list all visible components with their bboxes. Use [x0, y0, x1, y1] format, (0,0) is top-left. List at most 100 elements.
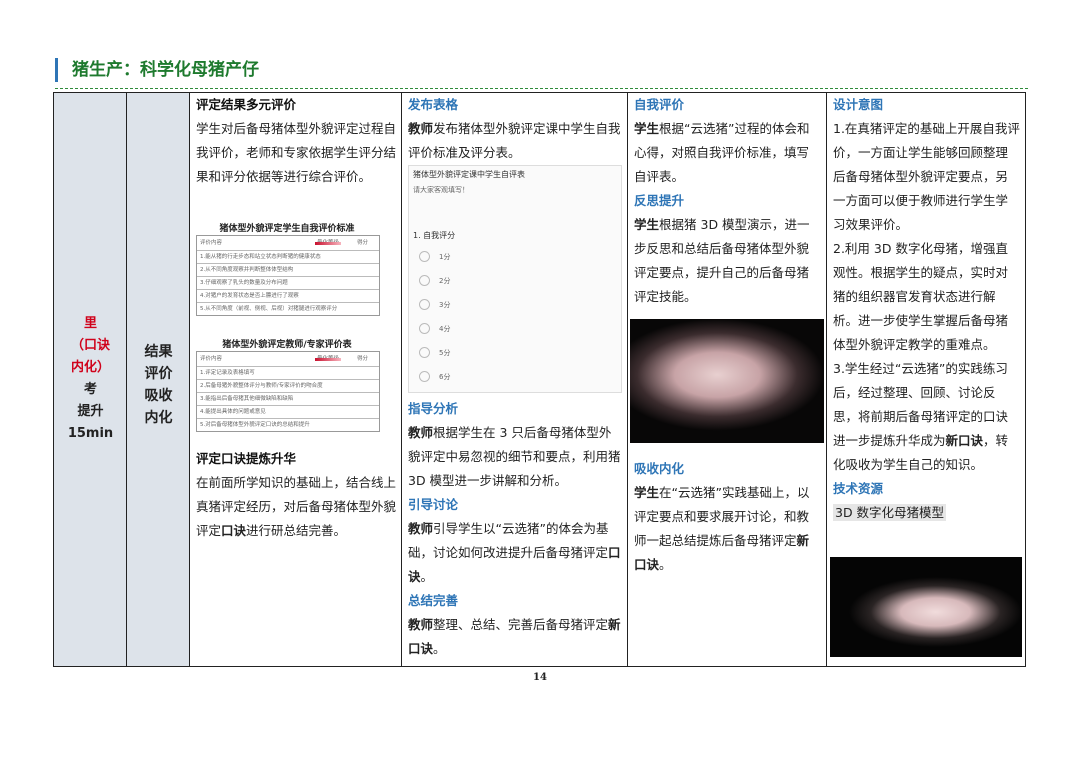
radio-icon[interactable] — [419, 299, 430, 310]
student-paragraph-3: 学生在“云选猪”实践基础上，以评定要点和要求展开讨论，和教师一起总结提炼后备母猪… — [634, 481, 821, 577]
option-label: 2分 — [439, 277, 451, 285]
header-accent-bar — [55, 58, 58, 82]
p2-tail: 进行研总结完善。 — [246, 523, 347, 538]
teacher-role: 教师 — [408, 617, 434, 632]
table-row: 2.后备母猪外貌整体评分与教师/专家评价的吻合度 — [197, 379, 379, 392]
form-option[interactable]: 4分 — [409, 316, 621, 340]
teacher-heading-3: 引导讨论 — [408, 497, 459, 512]
resources-heading: 技术资源 — [833, 481, 884, 496]
student-paragraph-2: 学生根据猪 3D 模型演示，进一步反思和总结后备母猪体型外貌评定要点，提升自己的… — [634, 213, 821, 309]
self-eval-header-label: 评价内容 — [200, 240, 223, 246]
student-heading-1: 自我评价 — [634, 97, 685, 112]
form-title: 猪体型外貌评定课中学生自评表 — [413, 170, 525, 179]
teacher-column: 发布表格 教师发布猪体型外貌评定课中学生自我评价标准及评分表。 猪体型外貌评定课… — [402, 93, 628, 666]
option-label: 4分 — [439, 325, 451, 333]
page-number: 14 — [533, 672, 547, 683]
digital-sow-model-image — [830, 557, 1022, 657]
radio-icon[interactable] — [419, 347, 430, 358]
form-option[interactable]: 1分 — [409, 244, 621, 268]
option-label: 5分 — [439, 349, 451, 357]
teacher-eval-table: 评价内容 量化等级 得分 1.评定记录及表格填写 2.后备母猪外貌整体评分与教师… — [196, 351, 380, 432]
student-text: 根据“云选猪”过程的体会和心得，对照自我评价标准，填写自评表。 — [634, 121, 810, 184]
lesson-table: 里 （口诀 内化） 考 提升 15min 结果 评价 吸收 内化 评定结果多元评… — [53, 92, 1026, 667]
p2-keyword: 口诀 — [221, 523, 247, 538]
teacher-heading-4: 总结完善 — [408, 593, 459, 608]
teacher-text: 根据学生在 3 只后备母猪体型外貌评定中易忽视的细节和要点，利用猪 3D 模型进… — [408, 425, 621, 488]
student-punct: 。 — [659, 557, 672, 572]
student-role: 学生 — [634, 217, 660, 232]
teacher-eval-score-col: 得分 — [357, 356, 369, 362]
substage-label: 结果 评价 吸收 内化 — [127, 341, 190, 429]
teacher-text: 引导学生以“云选猪”的体会为基础，讨论如何改进提升后备母猪评定 — [408, 521, 609, 560]
pig-3d-model-image — [630, 319, 824, 443]
radio-icon[interactable] — [419, 371, 430, 382]
score-scale-bar — [315, 242, 341, 245]
option-label: 6分 — [439, 373, 451, 381]
teacher-role: 教师 — [408, 521, 434, 536]
form-option[interactable]: 2分 — [409, 268, 621, 292]
teacher-punct: 。 — [420, 569, 434, 584]
teacher-heading-1: 发布表格 — [408, 97, 459, 112]
stage-time: 15min — [67, 426, 114, 441]
substage-line4: 内化 — [144, 410, 173, 426]
content-column: 评定结果多元评价 学生对后备母猪体型外貌评定过程自我评价，老师和专家依据学生评分… — [190, 93, 402, 666]
substage-column: 结果 评价 吸收 内化 — [127, 93, 190, 666]
table-row: 4.能提出具体的问题或意见 — [197, 405, 379, 418]
table-row: 1.评定记录及表格填写 — [197, 366, 379, 379]
student-role: 学生 — [634, 485, 660, 500]
student-text: 在“云选猪”实践基础上，以评定要点和要求展开讨论，和教师一起总结提炼后备母猪评定 — [634, 485, 810, 548]
form-subtitle: 请大家客观填写！ — [413, 186, 469, 194]
student-column: 自我评价 学生根据“云选猪”过程的体会和心得，对照自我评价标准，填写自评表。 反… — [628, 93, 827, 666]
teacher-eval-table-header: 评价内容 量化等级 得分 — [197, 352, 379, 366]
form-option[interactable]: 5分 — [409, 340, 621, 364]
content-paragraph-2: 在前面所学知识的基础上，结合线上真猪评定经历，对后备母猪体型外貌评定口诀进行研总… — [196, 471, 396, 543]
teacher-text: 发布猪体型外貌评定课中学生自我评价标准及评分表。 — [408, 121, 621, 160]
student-top: 自我评价 学生根据“云选猪”过程的体会和心得，对照自我评价标准，填写自评表。 反… — [634, 93, 821, 309]
stage-label: 里 （口诀 内化） 考 提升 15min — [54, 313, 127, 445]
content-top: 评定结果多元评价 学生对后备母猪体型外貌评定过程自我评价，老师和专家依据学生评分… — [196, 93, 396, 189]
student-role: 学生 — [634, 121, 660, 136]
student-bottom: 吸收内化 学生在“云选猪”实践基础上，以评定要点和要求展开讨论，和教师一起总结提… — [634, 457, 821, 577]
design-point-3: 3.学生经过“云选猪”的实践练习后，经过整理、回顾、讨论反思，将前期后备母猪评定… — [833, 357, 1020, 477]
design-point-2: 2.利用 3D 数字化母猪，增强直观性。根据学生的疑点，实时对猪的组织器官发育状… — [833, 241, 1009, 352]
student-heading-3: 吸收内化 — [634, 461, 685, 476]
score-scale-bar — [315, 358, 341, 361]
table-row: 3.仔细观察了乳头的数量及分布问题 — [197, 276, 379, 289]
teacher-punct: 。 — [433, 641, 446, 656]
teacher-eval-table-title: 猪体型外貌评定教师/专家评价表 — [222, 340, 352, 350]
stage-line2: （口诀 — [70, 338, 110, 353]
self-eval-score-col: 得分 — [357, 240, 369, 246]
radio-icon[interactable] — [419, 323, 430, 334]
form-option[interactable]: 3分 — [409, 292, 621, 316]
table-row: 1.能从猪的行走步态和站立状态判断猪的健康状态 — [197, 250, 379, 263]
table-row: 2.从不同角度观察并判断整体体型结构 — [197, 263, 379, 276]
resource-chip: 3D 数字化母猪模型 — [833, 504, 947, 521]
table-row: 5.从不同角度（前视、侧视、后视）对猪腿进行观察评分 — [197, 302, 379, 315]
teacher-paragraph-2: 教师根据学生在 3 只后备母猪体型外貌评定中易忽视的细节和要点，利用猪 3D 模… — [408, 421, 622, 493]
design-heading: 设计意图 — [833, 97, 884, 112]
teacher-role: 教师 — [408, 425, 434, 440]
radio-icon[interactable] — [419, 275, 430, 286]
student-text: 根据猪 3D 模型演示，进一步反思和总结后备母猪体型外貌评定要点，提升自己的后备… — [634, 217, 810, 304]
design-point-1: 1.在真猪评定的基础上开展自我评价，一方面让学生能够回顾整理后备母猪体型外貌评定… — [833, 121, 1020, 232]
content-heading-1: 评定结果多元评价 — [196, 97, 297, 112]
student-heading-2: 反思提升 — [634, 193, 685, 208]
stage-line1: 里 — [83, 316, 97, 331]
stage-line5: 提升 — [77, 404, 104, 419]
substage-line1: 结果 — [144, 344, 173, 360]
page-title: 猪生产：科学化母猪产仔 — [72, 60, 259, 80]
form-option[interactable]: 6分 — [409, 364, 621, 388]
table-row: 5.对后备母猪体型外貌评定口诀的总结和提升 — [197, 418, 379, 431]
student-paragraph-1: 学生根据“云选猪”过程的体会和心得，对照自我评价标准，填写自评表。 — [634, 117, 821, 189]
radio-icon[interactable] — [419, 251, 430, 262]
substage-line3: 吸收 — [144, 388, 173, 404]
stage-line4: 考 — [83, 382, 97, 397]
table-row: 4.对猪户的发育状态是否上膘进行了观察 — [197, 289, 379, 302]
option-label: 1分 — [439, 253, 451, 261]
resource-item: 3D 数字化母猪模型 — [833, 501, 1020, 525]
design-content: 设计意图 1.在真猪评定的基础上开展自我评价，一方面让学生能够回顾整理后备母猪体… — [833, 93, 1020, 525]
content-bottom: 评定口诀提炼升华 在前面所学知识的基础上，结合线上真猪评定经历，对后备母猪体型外… — [196, 447, 396, 543]
self-eval-table-title: 猪体型外貌评定学生自我评价标准 — [219, 224, 355, 234]
content-heading-2: 评定口诀提炼升华 — [196, 451, 297, 466]
teacher-role: 教师 — [408, 121, 434, 136]
